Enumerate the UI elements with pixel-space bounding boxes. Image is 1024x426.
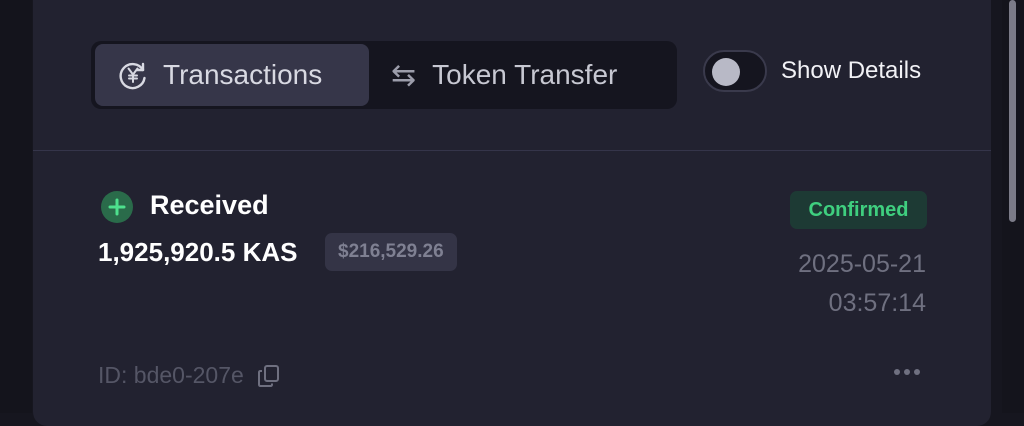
scrollbar-track[interactable] — [1002, 0, 1024, 413]
plus-icon — [101, 191, 133, 223]
more-dot — [904, 369, 910, 375]
more-dot — [914, 369, 920, 375]
transaction-id: ID: bde0-207e — [98, 362, 244, 388]
transaction-amount: 1,925,920.5 KAS — [98, 237, 298, 267]
show-details-label: Show Details — [781, 57, 922, 84]
more-options-icon[interactable] — [894, 369, 920, 375]
tab-token-transfer-label: Token Transfer — [432, 59, 618, 90]
transaction-id-row: ID: bde0-207e — [98, 362, 282, 389]
header-divider — [33, 150, 991, 151]
tab-bar: Transactions ⇆ Token Transfer — [91, 41, 677, 109]
swap-arrows-icon: ⇆ — [391, 58, 417, 92]
transaction-date: 2025-05-21 — [798, 250, 926, 278]
tab-transactions[interactable]: Transactions — [95, 44, 369, 106]
show-details-control[interactable]: Show Details — [703, 50, 921, 92]
yen-exchange-icon — [117, 59, 149, 91]
left-panel-edge — [0, 0, 32, 413]
status-badge: Confirmed — [790, 191, 927, 229]
tab-token-transfer[interactable]: ⇆ Token Transfer — [391, 44, 617, 106]
transaction-type: Received — [150, 190, 269, 220]
tab-transactions-label: Transactions — [163, 59, 323, 90]
usd-value-badge: $216,529.26 — [325, 233, 457, 271]
more-dot — [894, 369, 900, 375]
transaction-time: 03:57:14 — [828, 289, 926, 317]
copy-icon[interactable] — [256, 363, 282, 389]
show-details-toggle[interactable] — [703, 50, 767, 92]
toggle-knob — [712, 58, 740, 86]
scrollbar-thumb[interactable] — [1009, 0, 1016, 222]
